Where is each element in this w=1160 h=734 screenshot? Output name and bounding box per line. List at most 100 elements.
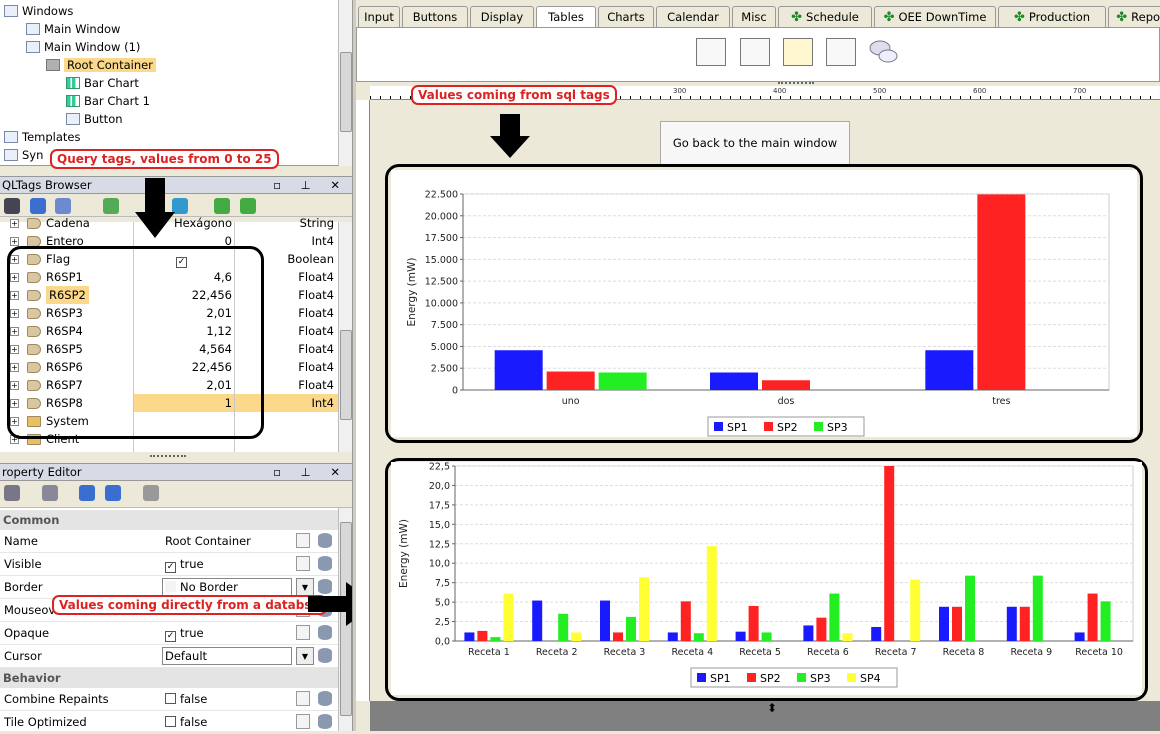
tab-input[interactable]: Input (358, 6, 400, 28)
property-row[interactable]: Name Root Container (0, 530, 338, 553)
edit-icon[interactable] (296, 714, 310, 729)
chevron-down-icon[interactable]: ▼ (296, 647, 314, 665)
grid-icon[interactable] (55, 198, 72, 214)
x-tick-label: Receta 2 (536, 647, 578, 658)
tab-production[interactable]: ✤ Production (998, 6, 1106, 28)
db-icon[interactable] (4, 198, 20, 214)
arrow-down-icon (488, 112, 532, 160)
sort-icon[interactable] (4, 485, 20, 501)
property-row[interactable]: Opaque ✓ true (0, 622, 338, 645)
tab-calendar[interactable]: Calendar (656, 6, 730, 28)
expand-icon[interactable]: + (10, 219, 19, 228)
tree-view-icon[interactable] (826, 38, 856, 66)
tab-schedule[interactable]: ✤ Schedule (778, 6, 872, 28)
bar-sp3 (761, 632, 772, 641)
legend-label: SP2 (777, 421, 798, 434)
property-row[interactable]: Combine Repaints false (0, 688, 338, 711)
tree-item[interactable]: Windows (4, 2, 73, 20)
property-value[interactable]: false (165, 711, 207, 733)
tree-item[interactable]: Syn (4, 146, 43, 164)
property-value[interactable]: ✓ true (165, 553, 204, 575)
property-row[interactable]: Visible ✓ true (0, 553, 338, 576)
collapse-icon[interactable] (104, 485, 121, 501)
bar-sp2 (952, 606, 962, 641)
property-checkbox[interactable]: ✓ (165, 562, 176, 573)
panel-controls[interactable]: ▫ ⊥ ✕ (273, 464, 348, 481)
import-icon[interactable] (213, 198, 230, 214)
tree-item[interactable]: Button (66, 110, 123, 128)
refresh-icon[interactable] (29, 198, 46, 214)
bar-sp1 (1006, 606, 1017, 641)
property-checkbox[interactable]: ✓ (165, 631, 176, 642)
bar-sp4 (503, 593, 514, 641)
property-value-text: false (180, 692, 208, 706)
tree-item[interactable]: Main Window (26, 20, 120, 38)
property-toolbar (0, 482, 352, 508)
property-checkbox[interactable] (165, 693, 176, 704)
go-back-button[interactable]: Go back to the main window (660, 121, 850, 165)
tab-label: OEE DownTime (898, 10, 987, 24)
property-row[interactable]: Cursor Default ▼ (0, 645, 338, 668)
bar-chart-icon (66, 77, 80, 89)
tab-display[interactable]: Display (470, 6, 534, 28)
binding-db-icon[interactable] (318, 691, 332, 706)
palette-tabs: Input Buttons Display Tables Charts Calendar M… (356, 6, 1160, 29)
property-group[interactable]: Behavior (0, 668, 338, 688)
property-value[interactable]: ✓ true (165, 622, 204, 644)
binding-db-icon[interactable] (318, 648, 332, 663)
tree-item[interactable]: Templates (4, 128, 80, 146)
bar-sp1 (939, 606, 949, 641)
clover-icon: ✤ (791, 10, 803, 25)
tab-misc[interactable]: Misc (732, 6, 776, 28)
legend-swatch (747, 673, 756, 682)
tree-scrollbar[interactable] (338, 0, 352, 166)
edit-icon[interactable] (296, 533, 310, 548)
binding-db-icon[interactable] (318, 533, 332, 548)
edit-icon[interactable] (296, 556, 310, 571)
edit-icon[interactable] (296, 691, 310, 706)
property-group[interactable]: Common (0, 510, 338, 530)
bar-chart-1[interactable]: 0 2.500 5.000 7.500 10.000 12.500 15.000 17.500… (391, 170, 1137, 437)
tab-charts[interactable]: Charts (598, 6, 654, 28)
resize-handle-icon[interactable]: ⬍ (767, 702, 779, 716)
palette-grip[interactable] (778, 82, 814, 85)
expand-icon[interactable] (79, 485, 96, 501)
annotation-database: Values coming directly from a databse (52, 595, 327, 615)
tree-item[interactable]: Root Container (46, 56, 156, 74)
sqltags-scrollbar[interactable] (338, 222, 352, 452)
tab-buttons[interactable]: Buttons (402, 6, 468, 28)
tree-item[interactable]: Bar Chart (66, 74, 139, 92)
binding-db-icon[interactable] (318, 714, 332, 729)
data-table-icon[interactable] (783, 38, 813, 66)
comments-icon[interactable] (868, 38, 898, 66)
panel-controls[interactable]: ▫ ⊥ ✕ (273, 177, 348, 194)
splitter-grip[interactable] (150, 455, 186, 459)
list-icon[interactable] (740, 38, 770, 66)
property-value[interactable]: Root Container (165, 530, 251, 552)
tab-label: Reportin (1131, 10, 1160, 24)
tab-tables[interactable]: Tables (536, 6, 596, 29)
property-checkbox[interactable] (165, 716, 176, 727)
tag-icon (27, 218, 41, 229)
list-icon[interactable] (41, 485, 58, 501)
tab-oee-downtime[interactable]: ✤ OEE DownTime (874, 6, 996, 28)
tree-scroll-thumb[interactable] (340, 52, 352, 132)
tree-item[interactable]: Bar Chart 1 (66, 92, 150, 110)
binding-db-icon[interactable] (318, 556, 332, 571)
window-icon (46, 59, 60, 71)
property-value[interactable]: Default (165, 645, 207, 667)
legend-label: SP1 (727, 421, 748, 434)
add-tag-icon[interactable] (102, 198, 119, 214)
export-icon[interactable] (239, 198, 256, 214)
tree-item-label: Button (84, 112, 123, 126)
border-swatch (165, 581, 176, 592)
highlight-frame-tags (7, 246, 264, 439)
bar-chart-2[interactable]: 0,0 2,5 5,0 7,5 10,0 12,5 15,0 17,5 20,0 22,5 Ener… (391, 462, 1142, 695)
property-value[interactable]: false (165, 688, 207, 710)
tree-item[interactable]: Main Window (1) (26, 38, 140, 56)
sqltags-scroll-thumb[interactable] (340, 330, 352, 420)
filter-icon[interactable] (142, 485, 159, 501)
expand-icon[interactable]: + (10, 237, 19, 246)
table-icon[interactable] (696, 38, 726, 66)
tab-reportin[interactable]: ✤Reportin (1108, 6, 1160, 28)
